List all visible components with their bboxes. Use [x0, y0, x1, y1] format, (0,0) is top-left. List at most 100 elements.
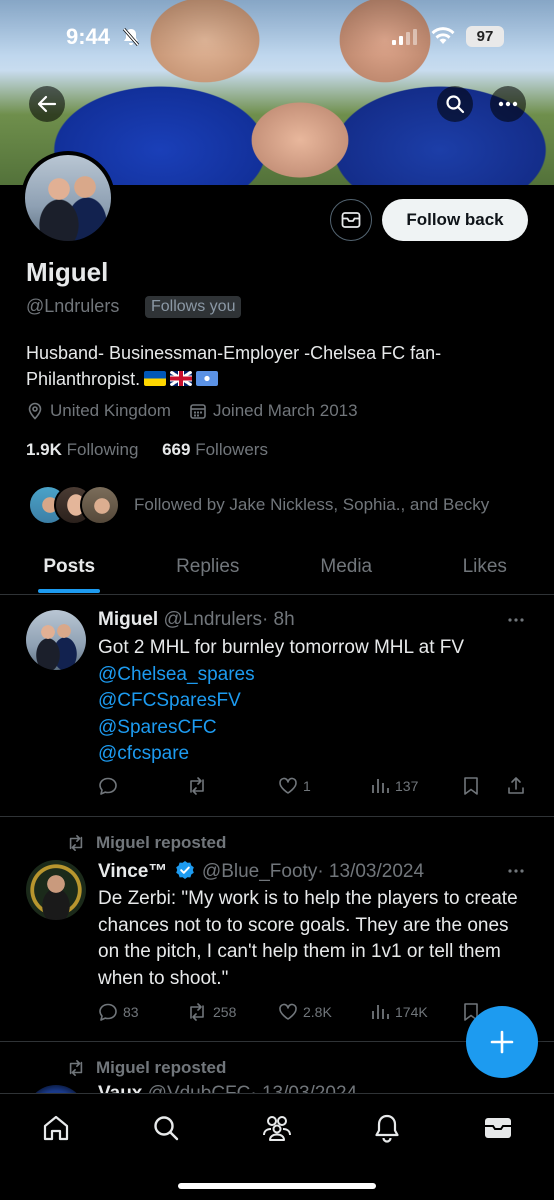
followers-label: Followers — [195, 440, 268, 459]
repost-indicator: Miguel reposted — [66, 1058, 226, 1078]
mention-link[interactable]: @cfcspare — [98, 741, 528, 768]
profile-bio: Husband- Businessman-Employer -Chelsea F… — [26, 340, 526, 392]
mention-link[interactable]: @SparesCFC — [98, 715, 528, 742]
ukraine-flag-icon — [144, 371, 167, 386]
mention-link[interactable]: @Chelsea_spares — [98, 662, 528, 689]
message-button[interactable] — [330, 199, 372, 241]
communities-icon — [263, 1116, 291, 1141]
post-text: Got 2 MHL for burnley tomorrow MHL at FV — [98, 637, 465, 658]
followed-by-row[interactable]: Followed by Jake Nickless, Sophia., and … — [28, 485, 489, 525]
post[interactable]: Miguel @Lndrulers· 8h Got 2 MHL for burn… — [0, 596, 554, 817]
followed-by-text: Followed by Jake Nickless, Sophia., and … — [134, 495, 490, 514]
repost-icon — [69, 1059, 83, 1077]
post-avatar[interactable] — [26, 610, 86, 670]
follows-you-badge: Follows you — [145, 296, 242, 318]
joined-text: Joined March 2013 — [212, 401, 358, 420]
compose-post-button[interactable] — [466, 1006, 538, 1078]
post-header: Miguel @Lndrulers· 8h — [98, 609, 295, 631]
view-count: 174K — [395, 1004, 428, 1020]
reply-button[interactable]: 83 — [98, 1002, 139, 1022]
profile-meta: United Kingdom Joined March 2013 — [26, 401, 358, 421]
search-icon — [154, 1116, 179, 1141]
profile-tabs: Posts Replies Media Likes — [0, 545, 554, 595]
post[interactable]: Miguel reposted Vince™ @Blue_Footy· 13/0… — [0, 818, 554, 1042]
repost-button[interactable]: 258 — [186, 1002, 236, 1022]
share-icon — [508, 777, 524, 794]
status-bar: 9:44 97 — [0, 0, 554, 70]
post-actions: 1 137 — [98, 776, 528, 800]
profile-avatar[interactable] — [21, 151, 115, 245]
envelope-icon — [341, 212, 361, 228]
post-body: De Zerbi: "My work is to help the player… — [98, 886, 528, 992]
tab-posts[interactable]: Posts — [0, 545, 139, 594]
like-button[interactable]: 1 — [278, 776, 311, 796]
profile-name: Miguel — [26, 257, 109, 287]
post-body: Got 2 MHL for burnley tomorrow MHL at FV… — [98, 635, 528, 768]
location-text: United Kingdom — [50, 401, 171, 420]
more-options-button[interactable] — [490, 86, 526, 122]
following-label: Following — [66, 440, 139, 459]
followers-link[interactable]: 669 Followers — [162, 440, 268, 459]
tab-likes[interactable]: Likes — [416, 545, 554, 594]
bookmark-button[interactable] — [462, 776, 480, 796]
more-icon — [508, 869, 524, 873]
reposted-by: Miguel reposted — [96, 1058, 227, 1077]
mutual-avatar — [80, 485, 120, 525]
tab-media[interactable]: Media — [277, 545, 416, 594]
status-time: 9:44 — [66, 24, 111, 49]
mention-link[interactable]: @CFCSparesFV — [98, 688, 528, 715]
post-text: De Zerbi: "My work is to help the player… — [98, 888, 518, 989]
heart-icon — [279, 1003, 297, 1020]
more-icon — [508, 618, 524, 622]
bell-off-icon — [122, 28, 140, 46]
tab-replies[interactable]: Replies — [139, 545, 278, 594]
profile-handle: @Lndrulers — [26, 296, 120, 316]
post-author[interactable]: Miguel — [98, 609, 158, 630]
reply-count: 83 — [123, 1004, 139, 1020]
repost-count: 258 — [213, 1004, 237, 1020]
nav-search[interactable] — [146, 1110, 186, 1146]
view-count: 137 — [395, 778, 419, 794]
nav-home[interactable] — [36, 1110, 76, 1146]
home-icon — [43, 1115, 69, 1141]
repost-icon — [190, 777, 204, 795]
search-icon — [446, 95, 465, 114]
back-button[interactable] — [29, 86, 65, 122]
un-flag-icon — [196, 371, 219, 386]
post-handle: @Blue_Footy — [201, 861, 318, 882]
post-more-button[interactable] — [507, 610, 525, 628]
wifi-icon — [431, 27, 455, 44]
repost-button[interactable] — [186, 776, 213, 796]
like-button[interactable]: 2.8K — [278, 1002, 332, 1022]
search-button[interactable] — [437, 86, 473, 122]
heart-icon — [279, 777, 297, 794]
repost-icon — [190, 1003, 204, 1021]
location-icon — [26, 402, 44, 420]
following-count: 1.9K — [26, 440, 62, 459]
post-handle: @Lndrulers — [163, 609, 262, 630]
nav-messages[interactable] — [478, 1110, 518, 1146]
bell-icon — [375, 1114, 399, 1143]
nav-communities[interactable] — [257, 1110, 297, 1146]
post-header: Vince™ @Blue_Footy· 13/03/2024 — [98, 860, 424, 883]
reply-icon — [99, 1003, 117, 1021]
reply-button[interactable] — [98, 776, 123, 796]
share-button[interactable] — [506, 776, 526, 796]
more-icon — [498, 101, 518, 107]
signal-icon — [392, 29, 417, 45]
views-button[interactable]: 174K — [370, 1002, 428, 1022]
post-avatar[interactable] — [26, 860, 86, 920]
views-button[interactable]: 137 — [370, 776, 418, 796]
nav-notifications[interactable] — [367, 1110, 407, 1146]
uk-flag-icon — [170, 371, 193, 386]
post-time: · 13/03/2024 — [317, 861, 425, 882]
calendar-icon — [189, 402, 207, 420]
post-actions: 83 258 2.8K 174K — [98, 1002, 528, 1026]
following-link[interactable]: 1.9K Following — [26, 440, 138, 459]
repost-indicator: Miguel reposted — [66, 833, 226, 853]
post-more-button[interactable] — [507, 861, 525, 879]
follow-back-button[interactable]: Follow back — [382, 199, 528, 241]
post-author[interactable]: Vince™ — [98, 861, 167, 882]
like-count: 1 — [303, 778, 311, 794]
plus-icon — [490, 1030, 514, 1054]
